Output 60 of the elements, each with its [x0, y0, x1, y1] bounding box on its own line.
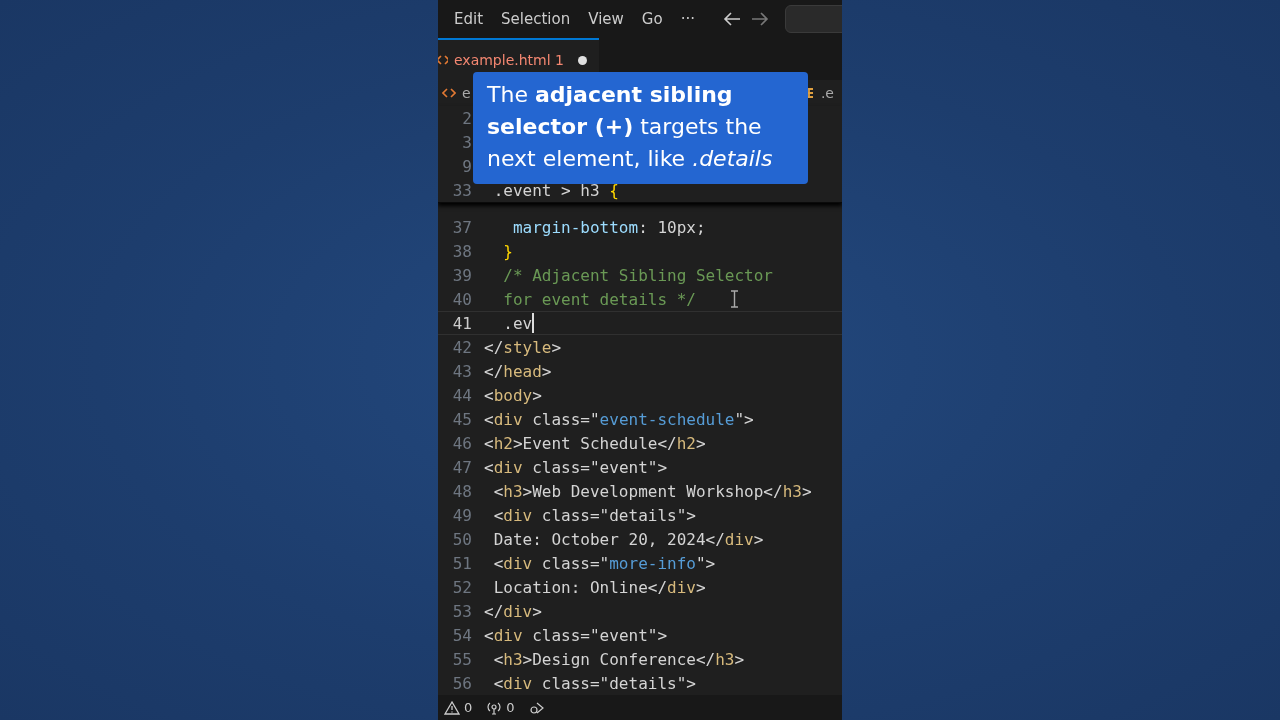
- code-line: Date: October 20, 2024</div>: [492, 529, 764, 549]
- line-number: 9: [461, 156, 472, 176]
- line-number: 46: [451, 433, 472, 453]
- menu-item[interactable]: Go: [633, 6, 671, 32]
- line-number: 44: [451, 385, 472, 405]
- menu-item[interactable]: View: [580, 6, 632, 32]
- code-line: for event details */: [502, 289, 696, 309]
- ports-indicator[interactable]: 0: [486, 700, 515, 715]
- code-line: <div class="more-info">: [492, 553, 716, 573]
- line-number: 47: [451, 457, 472, 477]
- code-line: </head>: [484, 361, 552, 381]
- line-number: 41: [451, 313, 472, 333]
- more-menu-button[interactable]: ···: [672, 6, 703, 32]
- line-number: 40: [451, 289, 472, 309]
- back-arrow-icon[interactable]: [722, 12, 741, 26]
- line-number: 42: [451, 337, 472, 357]
- line-number: 37: [451, 217, 472, 237]
- line-number: 39: [451, 265, 472, 285]
- line-number: 48: [451, 481, 472, 501]
- line-number: 49: [451, 505, 472, 525]
- line-number: 50: [451, 529, 472, 549]
- breadcrumb-item[interactable]: e: [462, 85, 471, 101]
- line-number: 55: [451, 649, 472, 669]
- i-beam-cursor-icon: [730, 290, 739, 308]
- line-number: 38: [451, 241, 472, 261]
- code-line: <div class="event">: [484, 457, 668, 477]
- code-line: margin-bottom: 10px;: [511, 217, 706, 237]
- line-number: 51: [451, 553, 472, 573]
- text-cursor: [532, 313, 535, 333]
- line-number: 3: [461, 132, 472, 152]
- code-line: /* Adjacent Sibling Selector: [502, 265, 773, 285]
- line-number: 33: [451, 180, 472, 200]
- line-number: 43: [451, 361, 472, 381]
- caption-tooltip: The adjacent sibling selector (+) targets the next element, like .details: [473, 72, 808, 184]
- code-line: }: [502, 241, 513, 261]
- line-number: 45: [451, 409, 472, 429]
- code-file-icon: [442, 87, 456, 99]
- command-center-field[interactable]: [784, 5, 842, 33]
- code-line: <div class="event">: [484, 625, 668, 645]
- code-line: </style>: [484, 337, 562, 357]
- menu-item[interactable]: Selection: [493, 6, 579, 32]
- line-number: 53: [451, 601, 472, 621]
- forward-arrow-icon[interactable]: [750, 12, 769, 26]
- code-line: </div>: [484, 601, 542, 621]
- code-file-icon: [438, 54, 448, 66]
- line-number: 2: [461, 108, 472, 128]
- code-line: Location: Online</div>: [492, 577, 706, 597]
- breadcrumb-item[interactable]: .e: [820, 85, 834, 101]
- code-line: <h3>Web Development Workshop</h3>: [492, 481, 812, 501]
- code-line: <body>: [484, 385, 542, 405]
- line-number: 54: [451, 625, 472, 645]
- code-line: <h3>Design Conference</h3>: [492, 649, 745, 669]
- menu-item[interactable]: Edit: [446, 6, 492, 32]
- line-number: 52: [451, 577, 472, 597]
- code-line: .ev: [502, 313, 533, 333]
- code-line: <div class="details">: [492, 673, 696, 693]
- code-line: <div class="event-schedule">: [484, 409, 754, 429]
- line-number: 56: [451, 673, 472, 693]
- code-line: <h2>Event Schedule</h2>: [484, 433, 706, 453]
- code-line: <div class="details">: [492, 505, 696, 525]
